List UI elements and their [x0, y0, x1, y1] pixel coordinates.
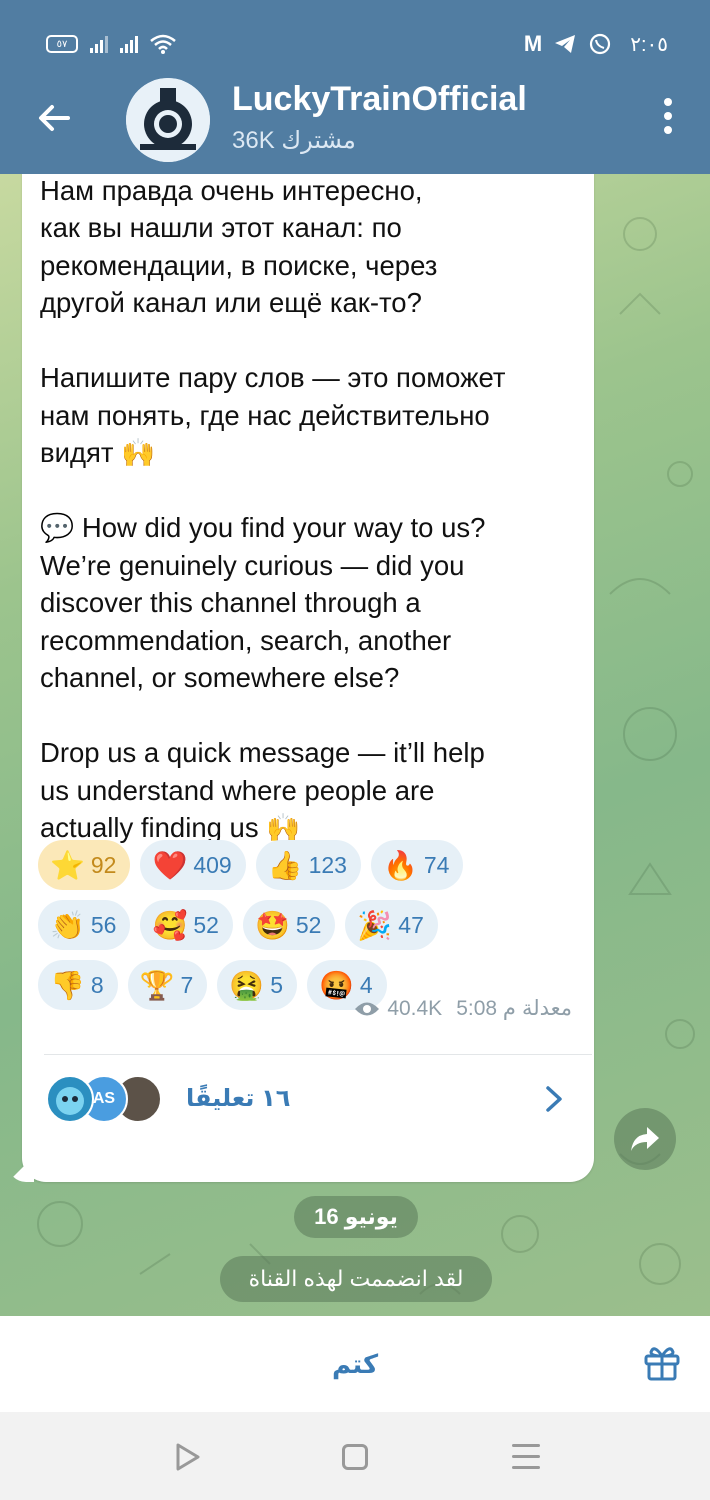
reaction-count: 409	[193, 851, 232, 878]
star-struck-icon: 🤩	[254, 909, 290, 941]
reaction-count: 52	[193, 911, 219, 938]
battery-level: ٥٧	[56, 38, 68, 50]
thumbs-down-icon: 👎	[50, 969, 85, 1001]
reaction-count: 123	[308, 851, 347, 878]
top-bar: ٥٧ M ٢:٠٥ LuckyTrainOfficial 36K مشترك	[0, 0, 710, 174]
bottom-bar: كتم	[0, 1316, 710, 1412]
edited-label: معدلة	[521, 997, 572, 1020]
subscriber-count: 36K مشترك	[232, 127, 356, 154]
reaction-count: 7	[180, 971, 194, 998]
comments-divider	[44, 1054, 592, 1055]
comments-row[interactable]: AS ١٦ تعليقًا	[46, 1072, 574, 1126]
reactions: ⭐ 92 ❤️ 409 👍 123 🔥 74 👏 56 🥰 52 🤩 52 🎉 47 👎 8 🏆 7…	[38, 840, 578, 1020]
view-count: 40.4K	[387, 996, 443, 1020]
reaction-thumbs-down[interactable]: 👎 8	[38, 960, 118, 1010]
reaction-count: 74	[423, 851, 450, 878]
comments-count[interactable]: ١٦ تعليقًا	[186, 1084, 290, 1113]
thumbs-up-icon: 👍	[267, 849, 303, 881]
smiling-hearts-icon: 🥰	[152, 909, 188, 941]
message-meta: 40.4K 5:08 م معدلة	[353, 996, 572, 1021]
system-nav-bar	[0, 1412, 710, 1500]
vomit-face-icon: 🤮	[229, 969, 265, 1001]
wifi-icon	[150, 34, 176, 54]
reaction-count: 52	[295, 911, 322, 938]
chevron-right-icon[interactable]	[542, 1084, 566, 1114]
telegram-icon	[555, 35, 576, 53]
reaction-count: 92	[90, 851, 117, 878]
battery-icon: ٥٧	[46, 35, 78, 53]
reaction-count: 5	[270, 971, 284, 998]
heart-icon: ❤️	[152, 849, 188, 881]
party-popper-icon: 🎉	[357, 909, 393, 941]
trophy-icon: 🏆	[139, 969, 175, 1001]
reaction-count: 4	[359, 971, 373, 998]
nav-home-icon[interactable]	[342, 1444, 368, 1470]
train-logo-icon	[126, 78, 210, 162]
star-icon: ⭐	[50, 849, 85, 881]
reaction-row-2: 👏 56 🥰 52 🤩 52 🎉 47	[38, 900, 578, 950]
reaction-thumbs-up[interactable]: 👍 123	[255, 840, 361, 890]
date-separator: 16 يونيو	[294, 1196, 418, 1238]
nav-back-icon[interactable]	[172, 1442, 202, 1472]
clap-icon: 👏	[50, 909, 85, 941]
message-bubble[interactable]: 💬 А вы откуда к нам попали? Нам правда о…	[22, 174, 594, 1182]
status-bar: ٥٧ M ٢:٠٥	[0, 22, 710, 66]
clock: ٢:٠٥	[630, 33, 668, 56]
channel-title[interactable]: LuckyTrainOfficial	[232, 80, 527, 119]
commenter-avatar-1	[46, 1075, 94, 1123]
message-time: 5:08 م	[456, 997, 516, 1020]
chat-area[interactable]: 💬 А вы откуда к нам попали? Нам правда о…	[0, 174, 710, 1316]
reaction-heart[interactable]: ❤️ 409	[140, 840, 246, 890]
back-arrow-icon[interactable]	[34, 98, 74, 138]
reaction-star[interactable]: ⭐ 92	[38, 840, 131, 890]
reaction-count: 56	[90, 911, 117, 938]
reaction-party[interactable]: 🎉 47	[345, 900, 438, 950]
signal-icon	[90, 35, 108, 53]
whatsapp-icon	[590, 33, 611, 55]
gift-icon[interactable]	[642, 1342, 682, 1382]
gmail-icon: M	[523, 31, 543, 56]
fire-icon: 🔥	[382, 849, 418, 881]
mute-button[interactable]: كتم	[0, 1316, 710, 1412]
nav-recents-icon[interactable]	[512, 1444, 540, 1470]
joined-channel-notice: لقد انضممت لهذه القناة	[220, 1256, 492, 1302]
channel-avatar[interactable]	[126, 78, 210, 162]
reaction-clap[interactable]: 👏 56	[38, 900, 131, 950]
message-text: 💬 А вы откуда к нам попали? Нам правда о…	[40, 174, 506, 844]
reaction-smiling-hearts[interactable]: 🥰 52	[140, 900, 233, 950]
forward-button[interactable]	[614, 1108, 676, 1170]
reaction-count: 8	[90, 971, 104, 998]
reaction-trophy[interactable]: 🏆 7	[127, 960, 208, 1010]
more-menu-icon[interactable]	[664, 98, 674, 138]
eye-icon	[355, 1002, 380, 1015]
commenter-initials: AS	[92, 1090, 116, 1107]
forward-arrow-icon	[631, 1127, 659, 1151]
reaction-row-1: ⭐ 92 ❤️ 409 👍 123 🔥 74	[38, 840, 578, 890]
chat-header: LuckyTrainOfficial 36K مشترك	[0, 70, 710, 170]
signal-icon-2	[120, 35, 138, 53]
reaction-fire[interactable]: 🔥 74	[370, 840, 464, 890]
reaction-star-struck[interactable]: 🤩 52	[242, 900, 336, 950]
reaction-count: 47	[398, 911, 424, 938]
cursing-face-icon: 🤬	[319, 969, 354, 1001]
reaction-vomit[interactable]: 🤮 5	[217, 960, 298, 1010]
